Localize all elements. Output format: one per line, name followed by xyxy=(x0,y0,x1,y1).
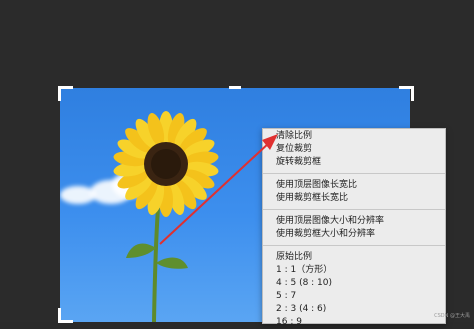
crop-handle-top-middle[interactable] xyxy=(229,86,241,101)
menu-item-ratio-2-3[interactable]: 2 : 3 (4 : 6) xyxy=(263,303,445,316)
watermark: CSDN @王大禹 xyxy=(434,313,470,319)
menu-item-ratio-16-9[interactable]: 16 : 9 xyxy=(263,316,445,329)
crop-handle-top-right[interactable] xyxy=(399,86,414,101)
menu-separator xyxy=(263,173,445,174)
crop-handle-top-left[interactable] xyxy=(58,86,73,101)
menu-separator xyxy=(263,245,445,246)
menu-item-original-ratio[interactable]: 原始比例 xyxy=(263,251,445,264)
menu-item-clear-ratio[interactable]: 清除比例 xyxy=(263,130,445,143)
menu-group-reset: 清除比例 复位裁剪 旋转裁剪框 xyxy=(263,129,445,169)
menu-item-front-image-size-resolution[interactable]: 使用顶层图像大小和分辨率 xyxy=(263,215,445,228)
menu-item-crop-box-size-resolution[interactable]: 使用裁剪框大小和分辨率 xyxy=(263,228,445,241)
menu-item-crop-box-aspect[interactable]: 使用裁剪框长宽比 xyxy=(263,192,445,205)
menu-item-front-image-aspect[interactable]: 使用顶层图像长宽比 xyxy=(263,179,445,192)
menu-item-ratio-5-7[interactable]: 5 : 7 xyxy=(263,290,445,303)
menu-group-size: 使用顶层图像大小和分辨率 使用裁剪框大小和分辨率 xyxy=(263,214,445,241)
menu-item-reset-crop[interactable]: 复位裁剪 xyxy=(263,143,445,156)
menu-item-ratio-1-1[interactable]: 1 : 1（方形） xyxy=(263,264,445,277)
menu-item-rotate-crop-box[interactable]: 旋转裁剪框 xyxy=(263,156,445,169)
crop-context-menu: 清除比例 复位裁剪 旋转裁剪框 使用顶层图像长宽比 使用裁剪框长宽比 使用顶层图… xyxy=(262,128,446,327)
menu-group-aspect: 使用顶层图像长宽比 使用裁剪框长宽比 xyxy=(263,178,445,205)
menu-separator xyxy=(263,209,445,210)
crop-handle-bottom-left[interactable] xyxy=(58,308,73,323)
menu-group-ratios: 原始比例 1 : 1（方形） 4 : 5 (8 : 10) 5 : 7 2 : … xyxy=(263,250,445,329)
menu-item-ratio-4-5[interactable]: 4 : 5 (8 : 10) xyxy=(263,277,445,290)
